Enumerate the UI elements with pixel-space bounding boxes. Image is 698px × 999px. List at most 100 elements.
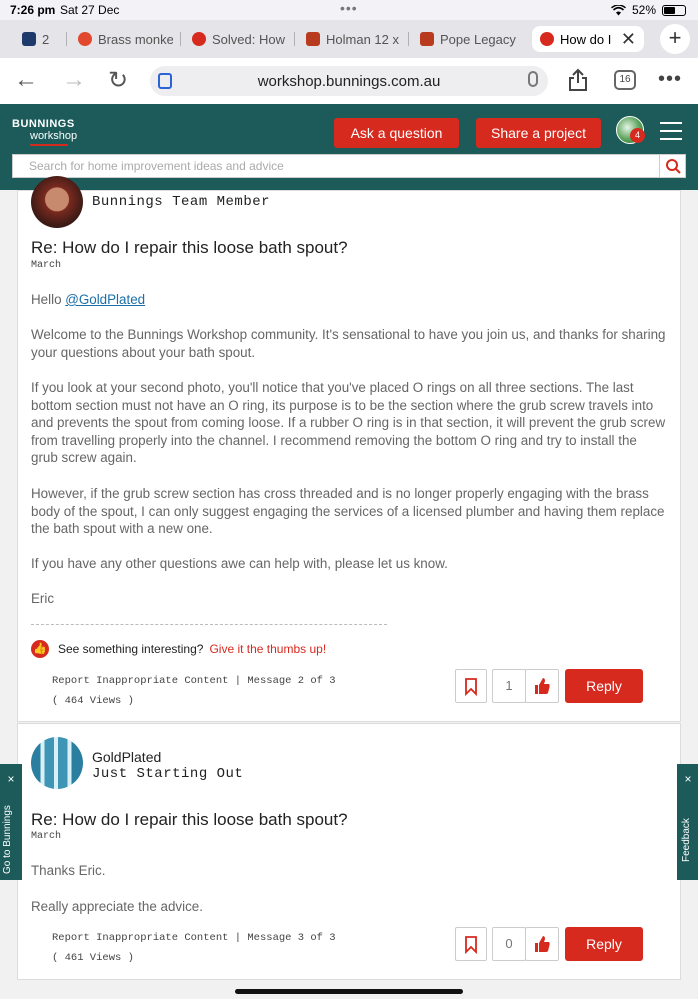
post-title: Re: How do I repair this loose bath spou… xyxy=(31,238,348,257)
status-bar: 7:26 pm Sat 27 Dec ••• 52% xyxy=(0,0,698,20)
bookmark-button[interactable] xyxy=(455,927,487,961)
signature-divider xyxy=(31,624,387,625)
status-time: 7:26 pm xyxy=(10,3,56,17)
thumbs-up-icon xyxy=(535,936,550,952)
tab-3[interactable]: Solved: How xyxy=(192,26,287,52)
post-date: March xyxy=(31,831,62,842)
logo-underline xyxy=(30,144,68,146)
like-button[interactable] xyxy=(525,927,559,961)
browser-toolbar: ← → ↻ workshop.bunnings.com.au 16 ••• xyxy=(0,58,698,104)
tab-2[interactable]: Brass monke xyxy=(78,26,173,52)
forward-arrow-icon[interactable]: → xyxy=(62,66,86,94)
bookmark-button[interactable] xyxy=(455,669,487,703)
search-button[interactable] xyxy=(659,155,685,177)
back-arrow-icon[interactable]: ← xyxy=(14,66,38,94)
post-signature: Eric xyxy=(31,591,55,606)
battery-icon xyxy=(662,4,686,16)
mention-link[interactable]: @GoldPlated xyxy=(65,292,145,307)
post-meta: Report Inappropriate Content | Message 3… xyxy=(52,932,336,944)
post-paragraph: Really appreciate the advice. xyxy=(31,899,203,914)
url-text: workshop.bunnings.com.au xyxy=(257,73,441,90)
microphone-icon[interactable] xyxy=(528,71,538,87)
post-meta: Report Inappropriate Content | Message 2… xyxy=(52,675,336,687)
tab-count-button[interactable]: 16 xyxy=(614,70,636,90)
author-name[interactable]: GoldPlated xyxy=(92,749,161,765)
tab-1[interactable]: 2 xyxy=(22,26,62,52)
tab-4[interactable]: Holman 12 x xyxy=(306,26,401,52)
post-paragraph: If you have any other questions awe can … xyxy=(31,556,448,571)
thumbs-up-icon xyxy=(535,678,550,694)
home-indicator[interactable] xyxy=(235,989,463,994)
search-icon xyxy=(666,159,681,174)
tab-5[interactable]: Pope Legacy xyxy=(420,26,520,52)
tab-label: Pope Legacy xyxy=(440,31,516,47)
post-date: March xyxy=(31,260,62,271)
ask-question-button[interactable]: Ask a question xyxy=(334,118,459,148)
post-paragraph: If you look at your second photo, you'll… xyxy=(31,380,666,466)
post-title: Re: How do I repair this loose bath spou… xyxy=(31,810,348,829)
tab-favicon-icon xyxy=(22,32,36,46)
like-button[interactable] xyxy=(525,669,559,703)
notification-badge: 4 xyxy=(630,128,645,143)
hamburger-menu-icon[interactable] xyxy=(660,122,682,146)
report-link[interactable]: Report Inappropriate Content xyxy=(52,932,228,944)
post-paragraph: Thanks Eric. xyxy=(31,863,106,878)
like-count: 0 xyxy=(492,927,526,961)
share-project-button[interactable]: Share a project xyxy=(476,118,601,148)
share-icon[interactable] xyxy=(568,68,588,92)
thumbs-up-prompt: 👍 See something interesting? Give it the… xyxy=(31,640,326,658)
tab-6-active[interactable]: How do I ✕ xyxy=(532,26,644,52)
author-avatar[interactable] xyxy=(31,176,83,228)
view-count: ( 461 Views ) xyxy=(52,952,134,964)
search-input[interactable] xyxy=(13,155,659,177)
message-info: Message 3 of 3 xyxy=(247,932,336,944)
multitask-dots-icon[interactable]: ••• xyxy=(340,0,358,16)
thumbs-prompt-text: See something interesting? xyxy=(58,642,204,656)
view-count: ( 464 Views ) xyxy=(52,695,134,707)
more-options-icon[interactable]: ••• xyxy=(658,68,682,91)
new-tab-button[interactable]: + xyxy=(660,24,690,54)
battery-percent: 52% xyxy=(631,3,656,17)
tab-favicon-icon xyxy=(540,32,554,46)
post-card: Bunnings Team Member Re: How do I repair… xyxy=(17,176,681,722)
tab-label: How do I xyxy=(560,31,612,47)
tab-bar: 2 Brass monke Solved: How Holman 12 x Po… xyxy=(0,20,698,58)
site-search xyxy=(12,154,686,178)
tab-label: Solved: How xyxy=(212,31,285,47)
tab-label: 2 xyxy=(42,31,50,47)
report-link[interactable]: Report Inappropriate Content xyxy=(52,675,228,687)
close-icon[interactable]: × xyxy=(677,772,698,786)
tab-favicon-icon xyxy=(420,32,434,46)
status-date: Sat 27 Dec xyxy=(60,3,120,17)
go-to-bunnings-tab[interactable]: × Go to Bunnings xyxy=(0,764,22,880)
thumbs-up-link[interactable]: Give it the thumbs up! xyxy=(209,642,326,656)
url-bar[interactable]: workshop.bunnings.com.au xyxy=(150,66,548,96)
author-avatar[interactable] xyxy=(31,737,83,789)
reply-button[interactable]: Reply xyxy=(565,669,643,703)
tab-favicon-icon xyxy=(78,32,92,46)
post-paragraph: Welcome to the Bunnings Workshop communi… xyxy=(31,327,666,360)
bookmark-icon xyxy=(465,936,477,955)
thumbs-up-icon: 👍 xyxy=(31,640,49,658)
tab-close-icon[interactable]: ✕ xyxy=(621,29,636,50)
reply-button[interactable]: Reply xyxy=(565,927,643,961)
workshop-logo-text[interactable]: workshop xyxy=(30,130,77,142)
like-count: 1 xyxy=(492,669,526,703)
feedback-label: Feedback xyxy=(681,818,692,862)
bunnings-logo[interactable]: BUNNINGS xyxy=(12,118,75,130)
author-rank: Just Starting Out xyxy=(92,766,244,782)
reload-icon[interactable]: ↻ xyxy=(108,66,128,95)
post-paragraph: However, if the grub screw section has c… xyxy=(31,486,665,537)
post-card: GoldPlated Just Starting Out Re: How do … xyxy=(17,723,681,980)
site-header: BUNNINGS workshop Ask a question Share a… xyxy=(0,104,698,190)
tab-favicon-icon xyxy=(192,32,206,46)
bookmark-icon xyxy=(465,678,477,697)
author-rank: Bunnings Team Member xyxy=(92,194,271,210)
tab-favicon-icon xyxy=(306,32,320,46)
close-icon[interactable]: × xyxy=(0,772,22,786)
go-to-bunnings-label: Go to Bunnings xyxy=(2,805,13,874)
tab-label: Brass monke xyxy=(98,31,173,47)
feedback-tab[interactable]: × Feedback xyxy=(677,764,698,880)
message-info: Message 2 of 3 xyxy=(247,675,336,687)
wifi-icon xyxy=(611,4,626,15)
